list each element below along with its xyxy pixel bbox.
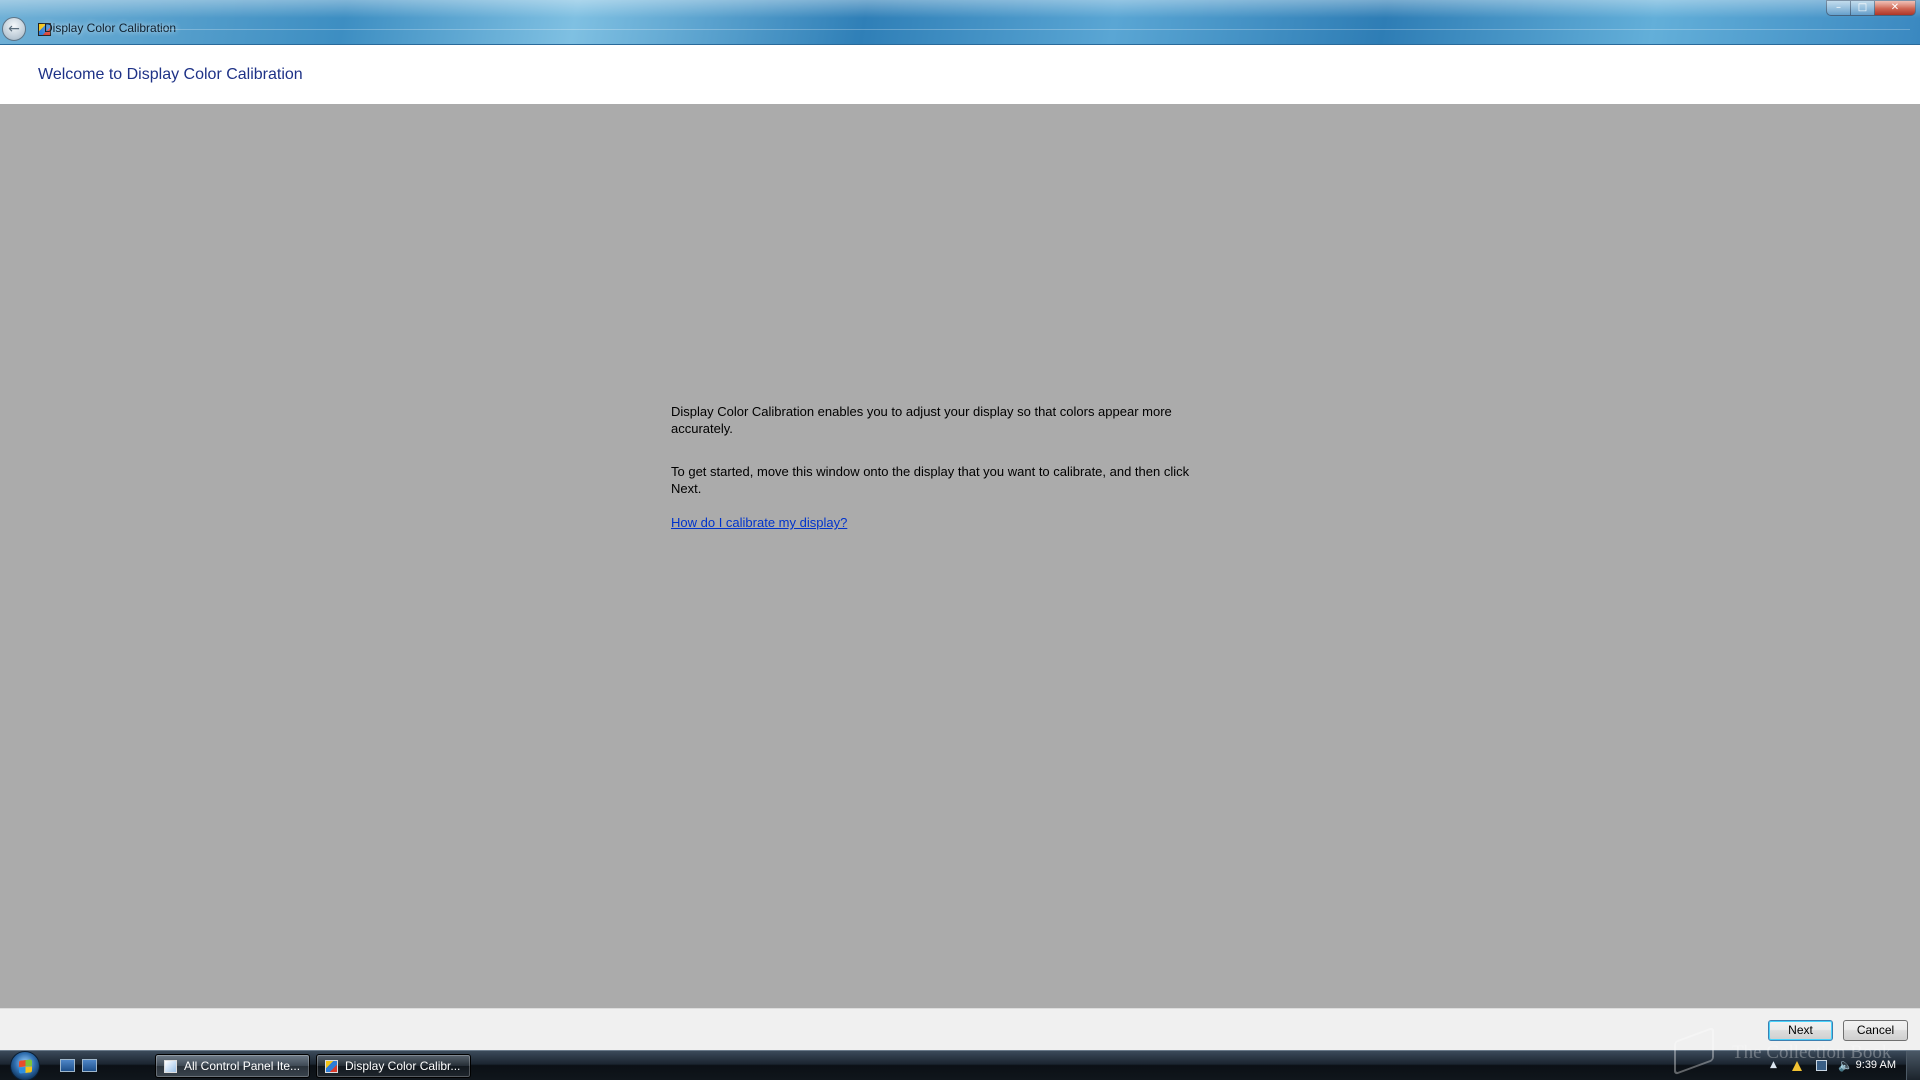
intro-text-block: Display Color Calibration enables you to… <box>671 403 1211 531</box>
windows-logo-icon <box>19 1059 32 1074</box>
cancel-button[interactable]: Cancel <box>1843 1020 1908 1041</box>
maximize-icon: □ <box>1857 2 1868 13</box>
wizard-content: Display Color Calibration enables you to… <box>0 104 1920 1008</box>
show-desktop-icon[interactable] <box>60 1059 75 1072</box>
minimize-button[interactable]: – <box>1826 0 1850 16</box>
address-bar-ghost <box>160 29 1910 41</box>
watermark-text: The Collection Book <box>1732 1042 1892 1063</box>
intro-paragraph: Display Color Calibration enables you to… <box>671 404 1172 436</box>
wizard-footer: Next Cancel <box>0 1008 1920 1050</box>
control-panel-icon <box>164 1060 177 1073</box>
window-controls: – □ ✕ <box>1826 0 1916 16</box>
taskbar-item-label: All Control Panel Ite... <box>184 1059 301 1073</box>
show-desktop-button[interactable] <box>1906 1051 1920 1080</box>
taskbar-item-display-calibration[interactable]: Display Color Calibr... <box>316 1054 471 1078</box>
close-button[interactable]: ✕ <box>1874 0 1916 16</box>
page-title: Welcome to Display Color Calibration <box>38 66 303 83</box>
color-calibration-icon <box>325 1060 338 1073</box>
switch-windows-icon[interactable] <box>82 1059 97 1072</box>
wizard-header: Welcome to Display Color Calibration <box>0 45 1920 104</box>
back-button[interactable]: ← <box>2 17 26 41</box>
maximize-button[interactable]: □ <box>1850 0 1874 16</box>
start-button[interactable] <box>10 1051 40 1080</box>
help-link[interactable]: How do I calibrate my display? <box>671 515 847 530</box>
taskbar-item-label: Display Color Calibr... <box>345 1059 461 1073</box>
window-title: Display Color Calibration <box>44 21 177 35</box>
taskbar-item-control-panel[interactable]: All Control Panel Ite... <box>155 1054 310 1078</box>
instruction-paragraph: To get started, move this window onto th… <box>671 464 1190 496</box>
next-button[interactable]: Next <box>1768 1020 1833 1041</box>
minimize-icon: – <box>1836 2 1841 13</box>
taskbar: All Control Panel Ite... Display Color C… <box>0 1050 1920 1080</box>
back-arrow-icon: ← <box>8 21 20 37</box>
title-bar[interactable]: ← Display Color Calibration – □ ✕ <box>0 0 1920 45</box>
close-icon: ✕ <box>1890 2 1900 13</box>
